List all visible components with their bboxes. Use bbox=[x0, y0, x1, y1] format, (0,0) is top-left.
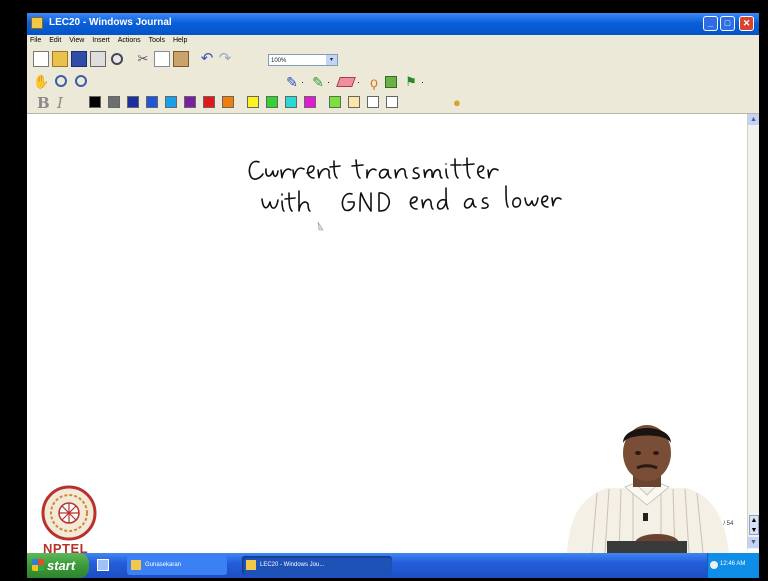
color-swatch[interactable] bbox=[304, 96, 316, 108]
menu-insert[interactable]: Insert bbox=[89, 35, 113, 44]
color-swatch[interactable] bbox=[386, 96, 398, 108]
standard-toolbar: ✂ ↶ ↷ 100% ▾ bbox=[27, 48, 759, 71]
copy-icon[interactable] bbox=[154, 51, 170, 67]
save-icon[interactable] bbox=[71, 51, 87, 67]
taskbar-item-label: Gunasekaran bbox=[145, 562, 182, 568]
maximize-button[interactable]: □ bbox=[720, 16, 735, 31]
menu-file[interactable]: File bbox=[27, 35, 44, 44]
zoom-in-icon[interactable] bbox=[55, 75, 67, 87]
print-icon[interactable] bbox=[90, 51, 106, 67]
window-title: LEC20 - Windows Journal bbox=[49, 17, 172, 28]
eraser-icon[interactable] bbox=[336, 77, 356, 87]
cut-icon[interactable]: ✂ bbox=[135, 51, 151, 67]
bold-button[interactable]: B bbox=[37, 95, 53, 111]
find-icon[interactable] bbox=[111, 53, 123, 65]
quick-launch-icon[interactable] bbox=[97, 559, 109, 571]
color-swatch[interactable] bbox=[348, 96, 360, 108]
color-swatch[interactable] bbox=[329, 96, 341, 108]
journal-icon bbox=[246, 560, 256, 570]
flag-icon[interactable]: ⚑ bbox=[403, 74, 419, 90]
close-button[interactable]: ✕ bbox=[739, 16, 754, 31]
pen-icon[interactable]: ✎ bbox=[284, 74, 300, 90]
color-swatch[interactable] bbox=[127, 96, 139, 108]
eraser-dropdown-icon[interactable]: · bbox=[357, 74, 363, 90]
palette-icon[interactable]: ● bbox=[453, 95, 461, 110]
color-swatch[interactable] bbox=[285, 96, 297, 108]
zoom-out-icon[interactable] bbox=[75, 75, 87, 87]
italic-button[interactable]: I bbox=[57, 95, 73, 111]
taskbar-item-label: LEC20 - Windows Jou... bbox=[260, 562, 325, 568]
clock: 12:46 AM bbox=[720, 561, 746, 567]
color-swatch[interactable] bbox=[266, 96, 278, 108]
menu-help[interactable]: Help bbox=[170, 35, 190, 44]
color-swatch[interactable] bbox=[89, 96, 101, 108]
color-swatch[interactable] bbox=[247, 96, 259, 108]
taskbar-item-folder[interactable]: Gunasekaran bbox=[127, 556, 227, 575]
menu-bar: File Edit View Insert Actions Tools Help bbox=[27, 35, 759, 48]
folder-icon bbox=[131, 560, 141, 570]
menu-view[interactable]: View bbox=[66, 35, 87, 44]
start-button[interactable]: start bbox=[27, 553, 89, 578]
pen-toolbar: ✋ ✎ · ✎ · · ϙ ⚑ · bbox=[27, 71, 759, 92]
windows-logo-icon bbox=[32, 559, 44, 571]
new-note-icon[interactable] bbox=[33, 51, 49, 67]
vertical-scrollbar[interactable]: ▲ ▼ bbox=[747, 114, 759, 549]
zoom-select[interactable]: 100% ▾ bbox=[268, 54, 338, 66]
journal-app-icon bbox=[31, 17, 43, 29]
format-toolbar: B I ● bbox=[27, 92, 759, 114]
presenter-video bbox=[567, 425, 729, 553]
color-swatch[interactable] bbox=[184, 96, 196, 108]
highlighter-icon[interactable]: ✎ bbox=[310, 74, 326, 90]
color-swatch[interactable] bbox=[203, 96, 215, 108]
minimize-button[interactable]: _ bbox=[703, 16, 718, 31]
menu-tools[interactable]: Tools bbox=[146, 35, 168, 44]
undo-icon[interactable]: ↶ bbox=[199, 51, 215, 67]
start-label: start bbox=[47, 558, 76, 573]
zoom-value: 100% bbox=[271, 58, 287, 64]
scroll-down-icon[interactable]: ▼ bbox=[748, 537, 759, 548]
color-swatch[interactable] bbox=[165, 96, 177, 108]
insert-space-icon[interactable] bbox=[385, 76, 397, 88]
color-swatch[interactable] bbox=[108, 96, 120, 108]
open-folder-icon[interactable] bbox=[52, 51, 68, 67]
highlighter-dropdown-icon[interactable]: · bbox=[327, 74, 333, 90]
taskbar: start Gunasekaran LEC20 - Windows Jou...… bbox=[27, 553, 759, 578]
flag-dropdown-icon[interactable]: · bbox=[421, 74, 427, 90]
hand-pan-icon[interactable]: ✋ bbox=[33, 74, 49, 90]
menu-actions[interactable]: Actions bbox=[115, 35, 144, 44]
tray-icon[interactable] bbox=[710, 561, 718, 569]
menu-edit[interactable]: Edit bbox=[46, 35, 64, 44]
color-swatch[interactable] bbox=[222, 96, 234, 108]
page-nav-icon[interactable]: ▲ ▼ bbox=[749, 515, 759, 535]
taskbar-item-journal[interactable]: LEC20 - Windows Jou... bbox=[242, 556, 392, 575]
scroll-up-icon[interactable]: ▲ bbox=[748, 114, 759, 125]
title-bar[interactable]: LEC20 - Windows Journal _ □ ✕ bbox=[27, 13, 759, 35]
nptel-logo bbox=[41, 485, 97, 541]
color-swatch[interactable] bbox=[146, 96, 158, 108]
journal-window: LEC20 - Windows Journal _ □ ✕ File Edit … bbox=[27, 13, 759, 578]
paste-icon[interactable] bbox=[173, 51, 189, 67]
redo-icon[interactable]: ↷ bbox=[217, 51, 233, 67]
chevron-down-icon[interactable]: ▾ bbox=[326, 55, 337, 65]
color-swatch[interactable] bbox=[367, 96, 379, 108]
lasso-select-icon[interactable]: ϙ bbox=[366, 74, 382, 90]
pen-dropdown-icon[interactable]: · bbox=[301, 74, 307, 90]
